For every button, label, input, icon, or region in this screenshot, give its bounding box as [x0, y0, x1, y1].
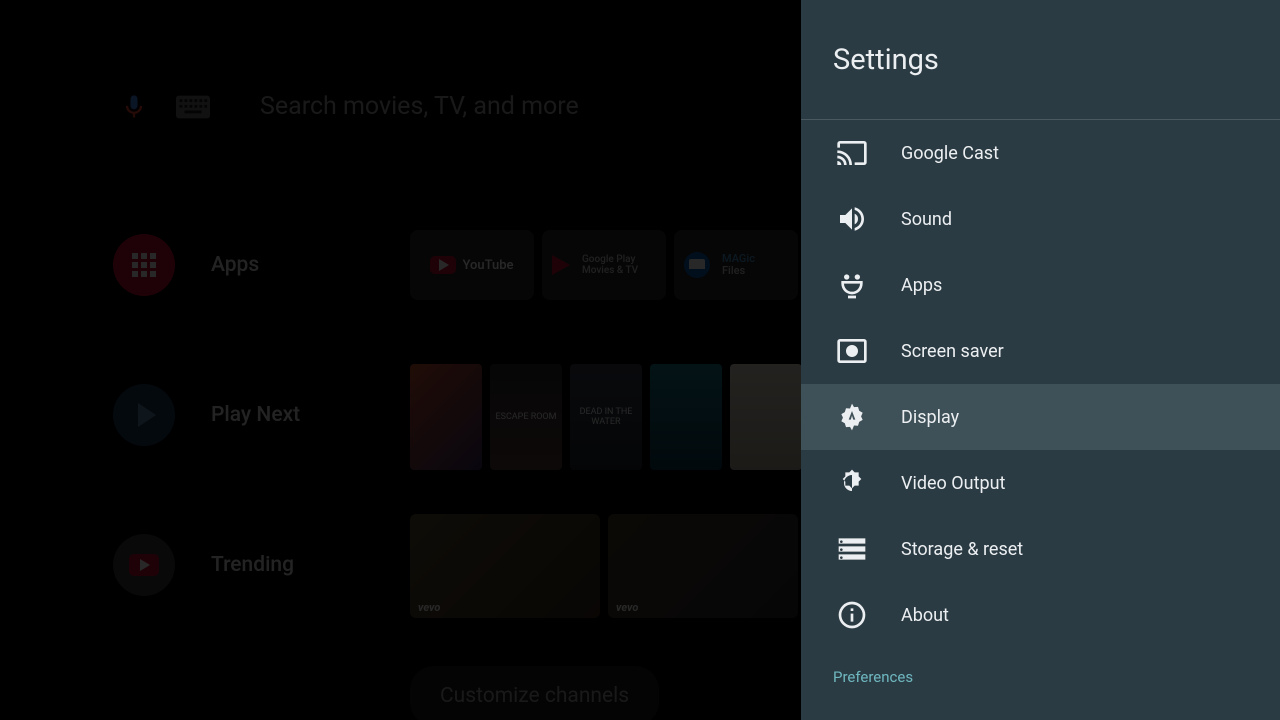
about-icon [833, 596, 871, 634]
settings-item-video-output[interactable]: Video Output [801, 450, 1280, 516]
settings-item-apps[interactable]: Apps [801, 252, 1280, 318]
settings-item-label: Screen saver [901, 341, 1004, 362]
settings-list[interactable]: Google Cast Sound Apps Screen saver [801, 120, 1280, 720]
screen: Search movies, TV, and more Apps YouTube… [0, 0, 1280, 720]
video-output-icon [833, 464, 871, 502]
settings-header: Settings [801, 0, 1280, 120]
settings-section-header: Preferences [801, 648, 1280, 694]
settings-item-label: Video Output [901, 473, 1005, 494]
settings-item-label: Apps [901, 275, 942, 296]
sound-icon [833, 200, 871, 238]
settings-item-storage-reset[interactable]: Storage & reset [801, 516, 1280, 582]
apps-icon [833, 266, 871, 304]
settings-item-label: Google Cast [901, 143, 999, 164]
settings-item-about[interactable]: About [801, 582, 1280, 648]
settings-item-sound[interactable]: Sound [801, 186, 1280, 252]
settings-item-label: About [901, 605, 949, 626]
storage-icon [833, 530, 871, 568]
settings-item-display[interactable]: Display [801, 384, 1280, 450]
screensaver-icon [833, 332, 871, 370]
settings-item-label: Sound [901, 209, 952, 230]
settings-title: Settings [833, 43, 939, 77]
settings-item-screen-saver[interactable]: Screen saver [801, 318, 1280, 384]
display-icon [833, 398, 871, 436]
cast-icon [833, 134, 871, 172]
settings-item-google-cast[interactable]: Google Cast [801, 120, 1280, 186]
settings-item-label: Display [901, 407, 959, 428]
settings-item-label: Storage & reset [901, 539, 1023, 560]
settings-panel: Settings Google Cast Sound Apps [801, 0, 1280, 720]
